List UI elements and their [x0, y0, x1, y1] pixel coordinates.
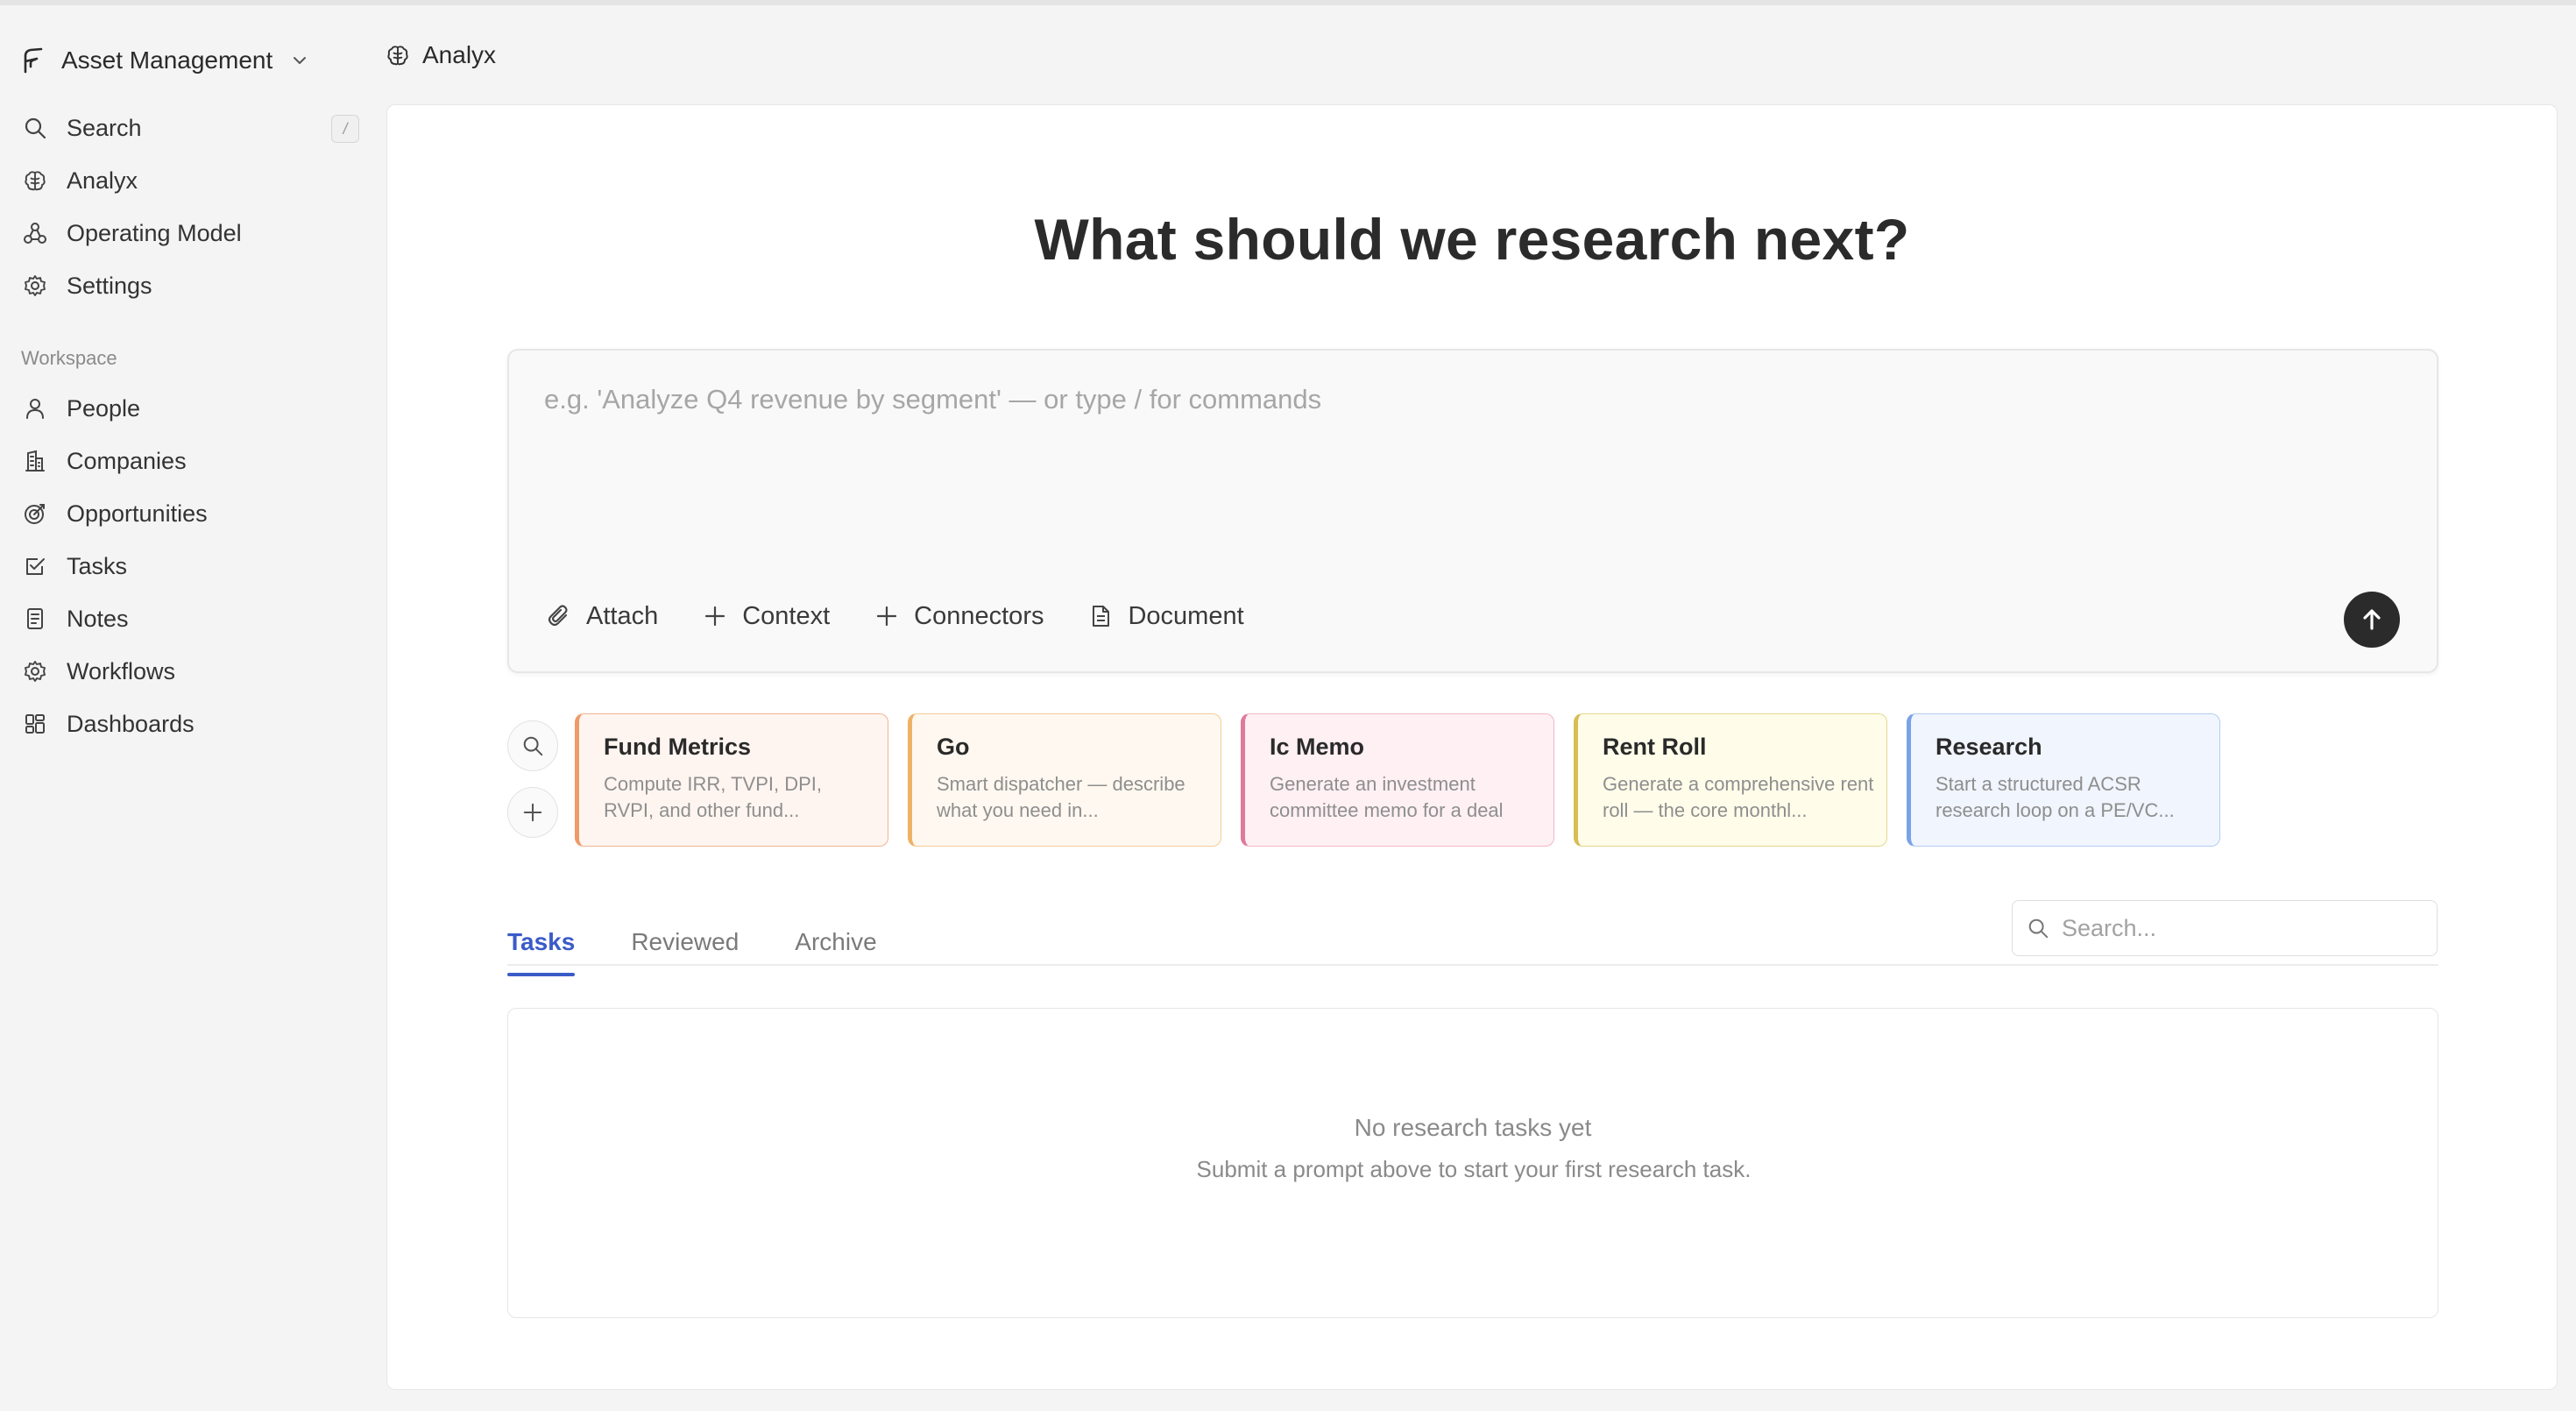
target-icon: [21, 500, 49, 528]
skill-card-description: Generate an investment committee memo fo…: [1270, 773, 1504, 821]
attach-label: Attach: [586, 601, 659, 630]
workspace-nav: People Companies Opportunities Tasks Not…: [21, 382, 368, 750]
skill-card-title: Ic Memo: [1270, 734, 1365, 760]
empty-state-subtitle: Submit a prompt above to start your firs…: [1196, 1156, 1752, 1182]
document-label: Document: [1128, 601, 1244, 630]
sidebar-item-label: Analyx: [67, 167, 138, 194]
context-label: Context: [742, 601, 831, 630]
workspace-section-label: Workspace: [21, 347, 117, 369]
attach-button[interactable]: Attach: [546, 602, 658, 631]
context-button[interactable]: Context: [702, 602, 830, 631]
sidebar-item-label: Opportunities: [67, 500, 208, 527]
document-icon: [1087, 603, 1114, 629]
sidebar-item-label: Workflows: [67, 657, 176, 684]
building-icon: [21, 447, 49, 475]
workspace-name: Asset Management: [61, 46, 273, 74]
note-icon: [21, 605, 49, 633]
search-skills-button[interactable]: [507, 720, 558, 771]
plus-icon: [874, 603, 900, 629]
skill-card-description: Smart dispatcher — describe what you nee…: [937, 773, 1185, 821]
sidebar-item-label: People: [67, 394, 141, 422]
document-button[interactable]: Document: [1087, 601, 1244, 631]
dashboard-icon: [21, 710, 49, 738]
breadcrumb-label: Analyx: [422, 41, 497, 68]
skill-card-title: Research: [1936, 734, 2042, 760]
paperclip-icon: [546, 603, 572, 629]
skill-card-rent-roll[interactable]: Rent Roll Generate a comprehensive rent r…: [1574, 713, 1887, 847]
composer-toolbar: Attach Context Connectors Document: [546, 594, 1288, 638]
skill-card-description: Generate a comprehensive rent roll — the…: [1603, 773, 1874, 821]
sidebar-item-label: Operating Model: [67, 219, 242, 246]
plus-icon: [522, 802, 543, 823]
sidebar-item-people[interactable]: People: [21, 382, 368, 435]
workspace-switcher[interactable]: Asset Management: [23, 39, 309, 82]
sidebar-item-label: Companies: [67, 447, 187, 474]
sidebar-item-search[interactable]: Search /: [21, 102, 368, 154]
sidebar-item-operating-model[interactable]: Operating Model: [21, 207, 368, 259]
search-icon: [521, 734, 544, 757]
checkbox-icon: [21, 552, 49, 580]
connectors-label: Connectors: [914, 601, 1044, 630]
sidebar-item-notes[interactable]: Notes: [21, 592, 368, 645]
connectors-button[interactable]: Connectors: [874, 602, 1044, 631]
sidebar-item-label: Tasks: [67, 552, 128, 579]
task-search-input[interactable]: [2062, 914, 2430, 942]
brain-icon: [386, 42, 412, 68]
nodes-icon: [21, 219, 49, 247]
page-title: What should we research next?: [1034, 207, 1910, 272]
breadcrumb[interactable]: Analyx: [386, 35, 496, 75]
sidebar-item-dashboards[interactable]: Dashboards: [21, 698, 368, 750]
sidebar-item-label: Settings: [67, 272, 152, 299]
sidebar-item-companies[interactable]: Companies: [21, 435, 368, 487]
plus-icon: [702, 603, 728, 629]
skill-card-go[interactable]: Go Smart dispatcher — describe what you n…: [908, 713, 1221, 847]
tab-divider: [507, 964, 2438, 966]
arrow-up-icon: [2359, 606, 2385, 633]
send-button[interactable]: [2344, 592, 2400, 648]
brain-icon: [21, 167, 49, 195]
empty-state-title: No research tasks yet: [1354, 1114, 1592, 1141]
sidebar: Asset Management Search / Analyx Operati…: [0, 5, 386, 1411]
primary-nav: Search / Analyx Operating Model Settings: [21, 102, 368, 312]
skill-card-title: Rent Roll: [1603, 734, 1707, 760]
brand-logo-icon: [23, 47, 44, 74]
skill-card-title: Fund Metrics: [604, 734, 752, 760]
skill-card-description: Compute IRR, TVPI, DPI, RVPI, and other …: [604, 773, 823, 821]
skill-card-description: Start a structured ACSR research loop on…: [1936, 773, 2175, 821]
sidebar-item-settings[interactable]: Settings: [21, 259, 368, 312]
add-skill-button[interactable]: [507, 787, 558, 838]
search-icon: [21, 114, 49, 142]
main-panel: What should we research next? Attach Con…: [386, 104, 2558, 1390]
sidebar-item-analyx[interactable]: Analyx: [21, 154, 368, 207]
search-icon: [2027, 917, 2049, 939]
gear-icon: [21, 272, 49, 300]
sidebar-item-workflows[interactable]: Workflows: [21, 645, 368, 698]
sidebar-item-label: Dashboards: [67, 710, 195, 737]
sidebar-item-opportunities[interactable]: Opportunities: [21, 487, 368, 540]
skill-card-fund-metrics[interactable]: Fund Metrics Compute IRR, TVPI, DPI, RVPI…: [575, 713, 888, 847]
empty-state: No research tasks yet Submit a prompt ab…: [507, 1008, 2438, 1318]
shortcut-badge: /: [331, 115, 359, 143]
task-search: [2012, 900, 2438, 956]
chevron-down-icon: [290, 51, 309, 70]
sidebar-item-label: Notes: [67, 605, 129, 632]
skill-card-title: Go: [937, 734, 970, 760]
window-top-edge: [0, 0, 2576, 5]
sidebar-item-tasks[interactable]: Tasks: [21, 540, 368, 592]
workflow-gear-icon: [21, 657, 49, 685]
skill-card-research[interactable]: Research Start a structured ACSR research…: [1907, 713, 2220, 847]
prompt-composer: Attach Context Connectors Document: [507, 349, 2438, 673]
sidebar-item-label: Search: [67, 114, 142, 141]
skill-card-ic-memo[interactable]: Ic Memo Generate an investment committee …: [1241, 713, 1554, 847]
person-icon: [21, 394, 49, 422]
prompt-input[interactable]: [544, 384, 2402, 559]
